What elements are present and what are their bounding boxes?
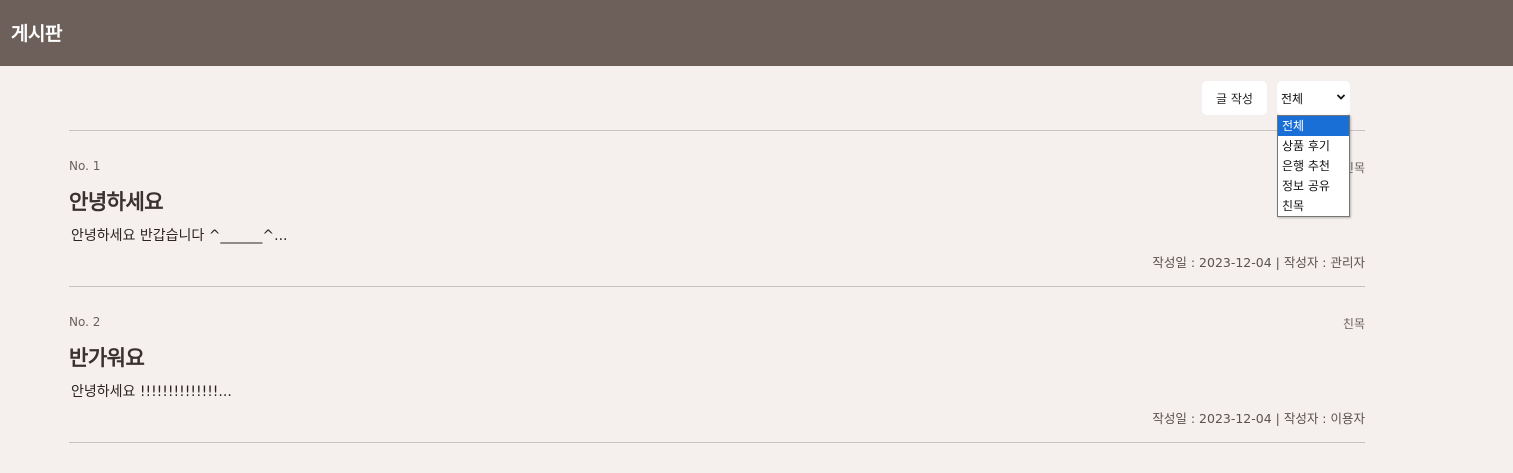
divider <box>69 442 1365 443</box>
post-item[interactable]: No. 1 친목 안녕하세요 안녕하세요 반갑습니다 ^______^... 작… <box>69 159 1365 299</box>
post-number: No. 1 <box>69 159 101 173</box>
filter-option-bank-recommendation[interactable]: 은행 추천 <box>1278 156 1349 176</box>
filter-option-product-review[interactable]: 상품 후기 <box>1278 136 1349 156</box>
page-title: 게시판 <box>11 23 62 45</box>
category-filter-select[interactable]: 전체 <box>1277 81 1350 115</box>
post-title[interactable]: 안녕하세요 <box>69 186 164 216</box>
app-header: 게시판 <box>0 0 1513 66</box>
filter-option-all[interactable]: 전체 <box>1278 116 1349 136</box>
divider <box>69 130 1365 131</box>
write-post-button[interactable]: 글 작성 <box>1202 81 1267 115</box>
post-item[interactable]: No. 2 친목 반가워요 안녕하세요 !!!!!!!!!!!!!!... 작성… <box>69 315 1365 455</box>
post-category: 친목 <box>1342 317 1365 331</box>
post-preview: 안녕하세요 반갑습니다 ^______^... <box>71 228 288 244</box>
category-filter-dropdown[interactable]: 전체 상품 후기 은행 추천 정보 공유 친목 <box>1277 115 1350 217</box>
chevron-down-icon <box>1336 94 1346 100</box>
filter-option-info-sharing[interactable]: 정보 공유 <box>1278 176 1349 196</box>
category-filter-value: 전체 <box>1281 91 1304 106</box>
post-meta: 작성일 : 2023-12-04 | 작성자 : 이용자 <box>1152 411 1365 426</box>
divider <box>69 286 1365 287</box>
post-number: No. 2 <box>69 315 101 329</box>
post-meta: 작성일 : 2023-12-04 | 작성자 : 관리자 <box>1152 255 1365 270</box>
post-preview: 안녕하세요 !!!!!!!!!!!!!!... <box>71 384 232 400</box>
post-title[interactable]: 반가워요 <box>69 342 145 372</box>
filter-option-social[interactable]: 친목 <box>1278 196 1349 216</box>
